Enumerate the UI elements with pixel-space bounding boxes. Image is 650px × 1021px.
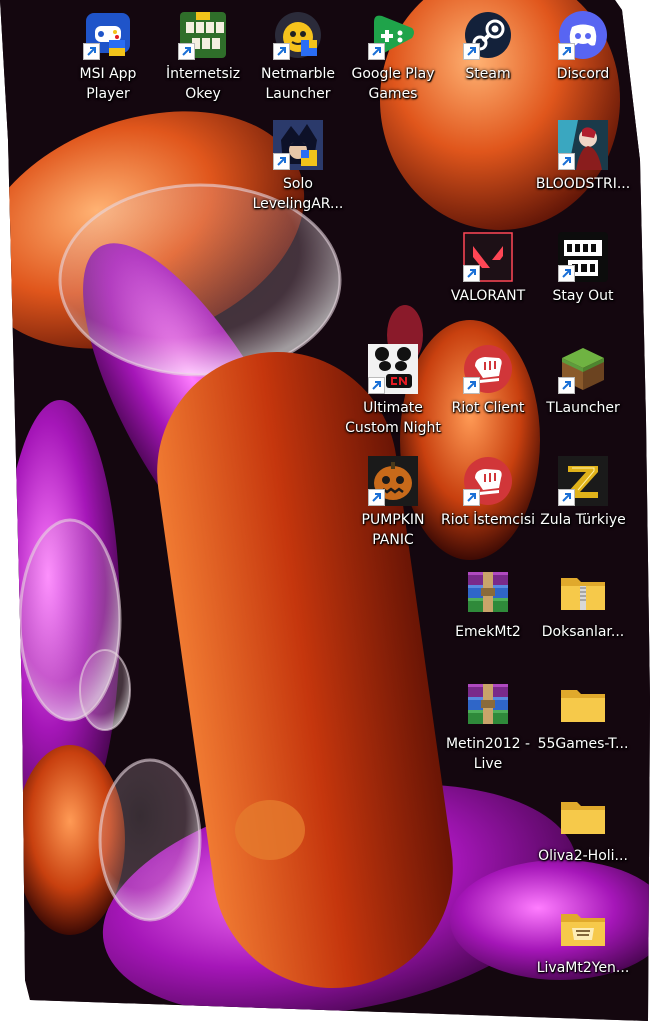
- ultimate-custom-night-icon: [368, 344, 418, 394]
- desktop-icon-zula-turkiye[interactable]: Zula Türkiye: [535, 456, 631, 564]
- icon-label: Google Play Games: [351, 66, 435, 102]
- desktop: MSI App Player İnternetsiz Okey Netmarbl…: [0, 0, 650, 1021]
- desktop-icon-solo-leveling[interactable]: Solo LevelingAR...: [250, 120, 346, 228]
- netmarble-icon: [273, 10, 323, 60]
- icon-label: Doksanlar...: [541, 624, 625, 640]
- desktop-icon-pumpkin-panic[interactable]: PUMPKIN PANIC: [345, 456, 441, 564]
- icon-label: Solo LevelingAR...: [252, 176, 344, 212]
- desktop-icon-stay-out[interactable]: Stay Out: [535, 232, 631, 340]
- icon-label: TLauncher: [546, 400, 620, 416]
- desktop-icon-livamt2yen[interactable]: LivaMt2Yen...: [535, 904, 631, 1012]
- desktop-icon-doksanlar[interactable]: Doksanlar...: [535, 568, 631, 676]
- icon-label: Riot Client: [451, 400, 525, 416]
- icon-label: Steam: [465, 66, 511, 82]
- bloodstrike-icon: [558, 120, 608, 170]
- stay-out-icon: [558, 232, 608, 282]
- shortcut-arrow-icon: [558, 43, 575, 60]
- solo-leveling-icon: [273, 120, 323, 170]
- desktop-icon-msi-app-player[interactable]: MSI App Player: [60, 10, 156, 118]
- shortcut-arrow-icon: [273, 43, 290, 60]
- icon-label: İnternetsiz Okey: [165, 66, 241, 102]
- shortcut-arrow-icon: [558, 153, 575, 170]
- steam-icon: [463, 10, 513, 60]
- desktop-icon-riot-client[interactable]: Riot Client: [440, 344, 536, 452]
- desktop-icon-google-play-games[interactable]: Google Play Games: [345, 10, 441, 118]
- winrar-archive-icon: [463, 568, 513, 618]
- tlauncher-icon: [558, 344, 608, 394]
- okey-icon: [178, 10, 228, 60]
- shortcut-arrow-icon: [558, 265, 575, 282]
- desktop-icon-metin2012-live[interactable]: Metin2012 - Live: [440, 680, 536, 788]
- shortcut-arrow-icon: [463, 265, 480, 282]
- folder-icon: [558, 680, 608, 730]
- desktop-icon-tlauncher[interactable]: TLauncher: [535, 344, 631, 452]
- google-play-games-icon: [368, 10, 418, 60]
- desktop-icon-emekmt2[interactable]: EmekMt2: [440, 568, 536, 676]
- folder-icon: [558, 792, 608, 842]
- shortcut-arrow-icon: [558, 489, 575, 506]
- shortcut-arrow-icon: [463, 43, 480, 60]
- desktop-icon-steam[interactable]: Steam: [440, 10, 536, 118]
- desktop-icon-ultimate-custom-night[interactable]: Ultimate Custom Night: [345, 344, 441, 452]
- desktop-icon-bloodstrike[interactable]: BLOODSTRI...: [535, 120, 631, 228]
- icon-label: VALORANT: [450, 288, 526, 304]
- msi-app-player-icon: [83, 10, 133, 60]
- shortcut-arrow-icon: [368, 489, 385, 506]
- desktop-icon-discord[interactable]: Discord: [535, 10, 631, 118]
- icon-label: Discord: [556, 66, 610, 82]
- icon-label: BLOODSTRI...: [535, 176, 631, 192]
- zip-folder-icon: [558, 568, 608, 618]
- icon-label: Oliva2-Holi...: [538, 848, 628, 864]
- pumpkin-panic-icon: [368, 456, 418, 506]
- desktop-icon-netmarble-launcher[interactable]: Netmarble Launcher: [250, 10, 346, 118]
- desktop-icon-valorant[interactable]: VALORANT: [440, 232, 536, 340]
- shortcut-arrow-icon: [463, 489, 480, 506]
- discord-icon: [558, 10, 608, 60]
- icon-label: MSI App Player: [79, 66, 137, 102]
- icon-label: Ultimate Custom Night: [345, 400, 441, 436]
- riot-client-icon: [463, 344, 513, 394]
- icon-label: PUMPKIN PANIC: [361, 512, 425, 548]
- riot-istemcisi-icon: [463, 456, 513, 506]
- icon-label: LivaMt2Yen...: [536, 960, 630, 976]
- zula-icon: [558, 456, 608, 506]
- folder-icon: [558, 904, 608, 954]
- shortcut-arrow-icon: [463, 377, 480, 394]
- icon-label: Metin2012 - Live: [445, 736, 531, 772]
- icon-label: Riot İstemcisi: [440, 512, 536, 528]
- desktop-icon-internetsiz-okey[interactable]: İnternetsiz Okey: [155, 10, 251, 118]
- shortcut-arrow-icon: [558, 377, 575, 394]
- icon-label: 55Games-T...: [537, 736, 629, 752]
- icon-label: Netmarble Launcher: [261, 66, 335, 102]
- shortcut-arrow-icon: [273, 153, 290, 170]
- shortcut-arrow-icon: [368, 43, 385, 60]
- icon-label: EmekMt2: [455, 624, 521, 640]
- desktop-icon-55games[interactable]: 55Games-T...: [535, 680, 631, 788]
- valorant-icon: [463, 232, 513, 282]
- shortcut-arrow-icon: [83, 43, 100, 60]
- desktop-icon-riot-istemcisi[interactable]: Riot İstemcisi: [440, 456, 536, 564]
- icon-label: Stay Out: [552, 288, 614, 304]
- winrar-archive-icon: [463, 680, 513, 730]
- icon-label: Zula Türkiye: [540, 512, 626, 528]
- desktop-icon-oliva2-holi[interactable]: Oliva2-Holi...: [535, 792, 631, 900]
- shortcut-arrow-icon: [368, 377, 385, 394]
- shortcut-arrow-icon: [178, 43, 195, 60]
